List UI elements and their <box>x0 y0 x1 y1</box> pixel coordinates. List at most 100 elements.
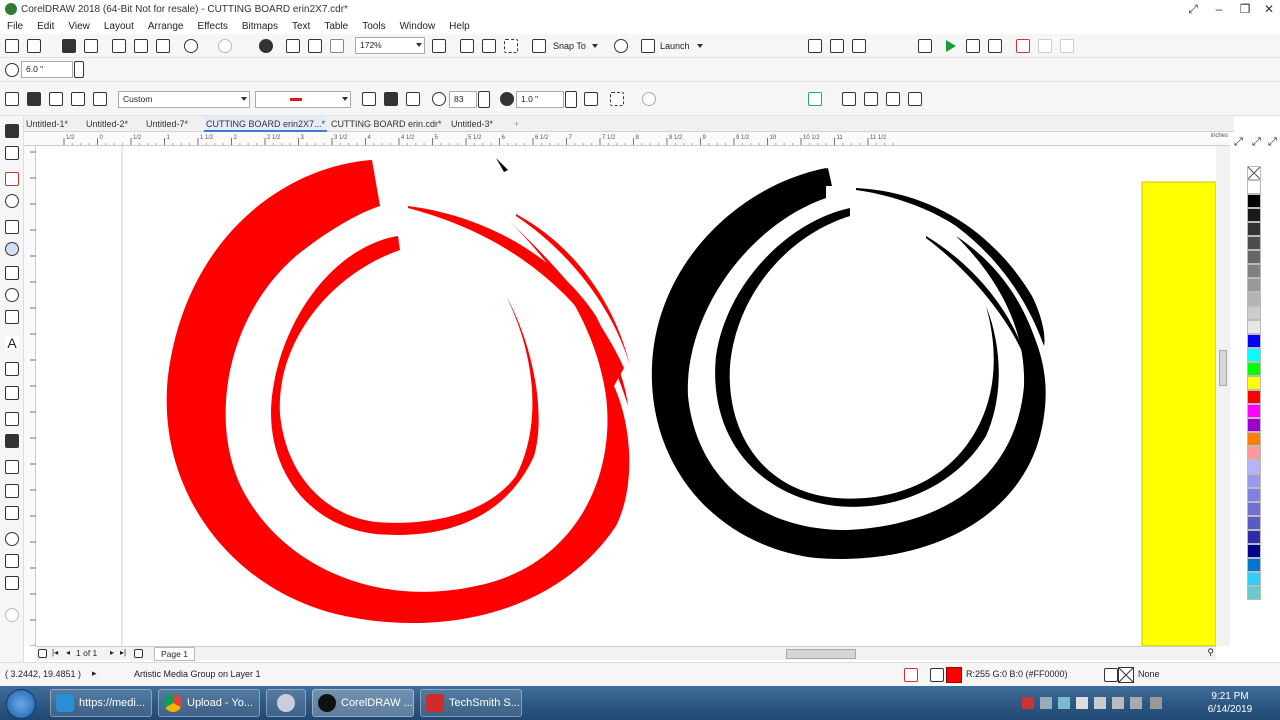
color-proof-icon[interactable] <box>904 668 918 682</box>
open-folder-icon[interactable] <box>27 39 41 53</box>
fill-small-icon[interactable]: ⤢ <box>1268 136 1278 148</box>
menu-arrange[interactable]: Arrange <box>148 21 184 32</box>
next-page-button[interactable]: ▸ <box>110 648 114 657</box>
launch-label[interactable]: Launch <box>660 41 690 51</box>
palette-swatch[interactable] <box>1247 264 1261 278</box>
macro-icon[interactable] <box>966 39 980 53</box>
smoothing-slider-button[interactable] <box>478 91 490 108</box>
palette-swatch[interactable] <box>1247 194 1261 208</box>
menu-window[interactable]: Window <box>400 21 436 32</box>
first-page-button[interactable]: |◂ <box>52 648 58 657</box>
maximize-button[interactable]: ❐ <box>1232 0 1258 18</box>
paste-icon[interactable] <box>156 39 170 53</box>
stroke-width-spinner[interactable] <box>565 91 577 108</box>
outline-pen-tool-icon[interactable] <box>5 532 19 546</box>
tray-volume-icon[interactable] <box>1130 697 1142 709</box>
page-options-icon[interactable] <box>38 649 47 658</box>
mirror-icon[interactable] <box>5 92 19 106</box>
numbers-icon[interactable] <box>852 39 866 53</box>
drop-shadow-tool-icon[interactable] <box>5 412 19 426</box>
polygon-tool-icon[interactable] <box>5 310 19 324</box>
tab-cutting-board-erin[interactable]: CUTTING BOARD erin.cdr* <box>329 116 444 132</box>
connector-tool-icon[interactable] <box>5 386 19 400</box>
preset-stroke-select[interactable]: Custom <box>118 91 250 108</box>
guidelines-icon[interactable] <box>504 39 518 53</box>
palette-swatch[interactable] <box>1247 348 1261 362</box>
shape-tool-icon[interactable] <box>5 146 19 160</box>
last-page-button[interactable]: ▸| <box>120 648 126 657</box>
palette-swatch[interactable] <box>1247 544 1261 558</box>
pause-icon[interactable] <box>1038 39 1052 53</box>
chart-icon[interactable] <box>988 39 1002 53</box>
palette-swatch[interactable] <box>1247 586 1261 600</box>
tray-battery-icon[interactable] <box>1112 697 1124 709</box>
color-styles-icon[interactable] <box>5 576 19 590</box>
bounding-box-icon[interactable] <box>610 92 624 106</box>
print-icon[interactable] <box>84 39 98 53</box>
menu-help[interactable]: Help <box>449 21 470 32</box>
options-gear-icon[interactable] <box>614 39 628 53</box>
tab-untitled-1[interactable]: Untitled-1* <box>24 116 70 132</box>
palette-swatch[interactable] <box>1247 558 1261 572</box>
taskbar-item-coreldraw[interactable]: CorelDRAW ... <box>312 689 414 717</box>
horizontal-ruler[interactable]: 1/2 0 1/2 1 1 1/2 2 2 1/2 3 3 1/2 4 4 1/2 5 5 1/2 6 6 … <box>24 132 1230 146</box>
taskbar-item-chrome[interactable]: Upload - Yo... <box>158 689 260 717</box>
rectangle-tool-icon[interactable] <box>5 266 19 280</box>
zoom-magnifier-icon[interactable]: ⚲ <box>1207 647 1214 658</box>
tray-wifi-icon[interactable] <box>1150 697 1162 709</box>
crop-tool-icon[interactable] <box>5 172 19 186</box>
palette-swatch[interactable] <box>1247 474 1261 488</box>
intersect-icon[interactable] <box>886 92 900 106</box>
record-icon[interactable] <box>1016 39 1030 53</box>
launch-icon[interactable] <box>641 39 655 53</box>
palette-swatch[interactable] <box>1247 404 1261 418</box>
spell-check-icon[interactable] <box>808 39 822 53</box>
palette-swatch[interactable] <box>1247 320 1261 334</box>
export-icon[interactable] <box>308 39 322 53</box>
nudge-distance-field[interactable]: 6.0 " <box>21 61 73 78</box>
search-content-icon[interactable] <box>259 39 273 53</box>
stroke-width-field[interactable]: 1.0 " <box>516 91 564 108</box>
taskbar-item-techsmith[interactable]: TechSmith S... <box>420 689 522 717</box>
palette-swatch[interactable] <box>1247 502 1261 516</box>
close-button[interactable]: ✕ <box>1256 0 1280 18</box>
palette-swatch[interactable] <box>1247 180 1261 194</box>
menu-file[interactable]: File <box>7 21 23 32</box>
preset-brush-icon[interactable] <box>27 92 41 106</box>
stroke-preview-select[interactable] <box>255 91 351 108</box>
red-enso-circle[interactable] <box>166 160 630 624</box>
weld-icon[interactable] <box>842 92 856 106</box>
palette-swatch[interactable] <box>1247 460 1261 474</box>
scale-icon[interactable] <box>584 92 598 106</box>
fill-tool-icon[interactable] <box>5 554 19 568</box>
palette-swatch[interactable] <box>1247 530 1261 544</box>
taskbar-item-misc[interactable] <box>266 689 306 717</box>
save-icon[interactable] <box>62 39 76 53</box>
delete-stroke-icon[interactable] <box>406 92 420 106</box>
palette-swatch[interactable] <box>1247 418 1261 432</box>
palette-swatch[interactable] <box>1247 208 1261 222</box>
text-tool-icon[interactable]: A <box>5 336 19 350</box>
parallel-dimension-tool-icon[interactable] <box>5 362 19 376</box>
pen-small-icon[interactable]: ⤢ <box>1252 136 1262 148</box>
freehand-tool-icon[interactable] <box>5 220 19 234</box>
window-icon[interactable] <box>918 39 932 53</box>
palette-swatch[interactable] <box>1247 432 1261 446</box>
start-button[interactable] <box>6 689 36 719</box>
tray-flag-icon[interactable] <box>1022 697 1034 709</box>
new-document-icon[interactable] <box>5 39 19 53</box>
abc-text-icon[interactable] <box>830 39 844 53</box>
eyedropper-small-icon[interactable]: ⤢ <box>1234 136 1244 148</box>
ellipse-tool-icon[interactable] <box>5 288 19 302</box>
restore-icon[interactable]: ⤢ <box>1180 0 1206 18</box>
undo-icon[interactable] <box>184 39 198 53</box>
menu-table[interactable]: Table <box>324 21 348 32</box>
zoom-tool-icon[interactable] <box>5 194 19 208</box>
vertical-scrollbar[interactable] <box>1216 146 1230 646</box>
palette-swatch[interactable] <box>1247 362 1261 376</box>
trim-icon[interactable] <box>864 92 878 106</box>
fill-color-swatch[interactable] <box>946 667 962 683</box>
palette-swatch[interactable] <box>1247 278 1261 292</box>
black-enso-circle[interactable] <box>651 168 1046 559</box>
palette-swatch[interactable] <box>1247 390 1261 404</box>
